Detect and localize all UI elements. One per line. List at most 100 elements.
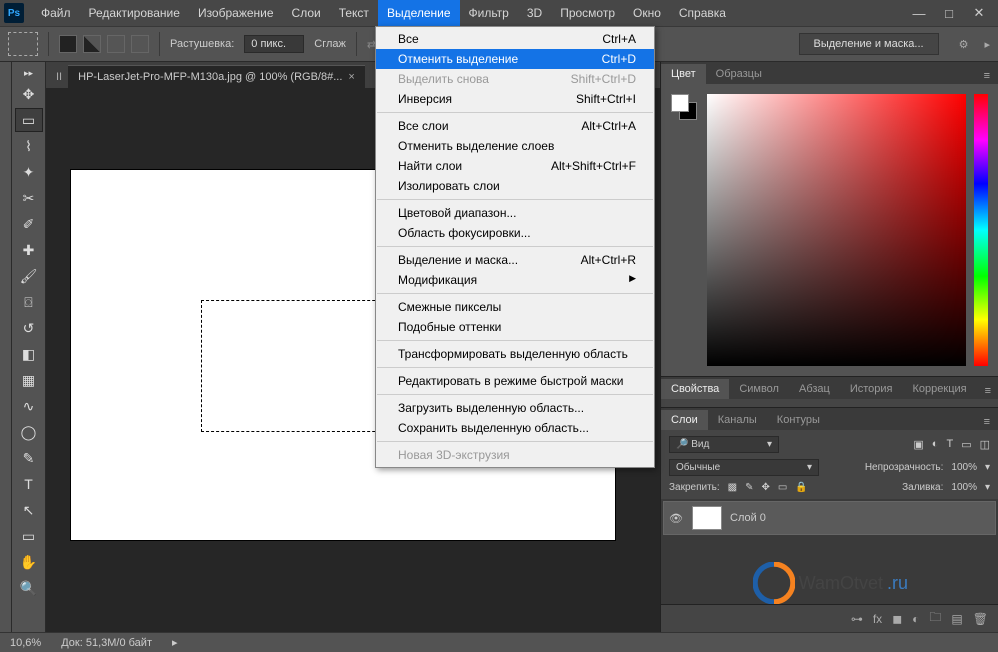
dodge-tool-icon[interactable]: ◯ [15,420,43,444]
tab-Образцы[interactable]: Образцы [706,64,772,84]
menu-фильтр[interactable]: Фильтр [460,0,518,26]
selection-mode-icons[interactable] [59,35,149,53]
color-field[interactable] [707,94,966,366]
type-tool-icon[interactable]: T [15,472,43,496]
tab-Слои[interactable]: Слои [661,410,708,430]
tab-Контуры[interactable]: Контуры [767,410,830,430]
minimize-button[interactable]: — [904,4,934,22]
marquee-tool-icon[interactable]: ▭ [15,108,43,132]
feather-input[interactable] [244,35,304,53]
menu-item[interactable]: Отменить выделение слоев [376,136,654,156]
menu-изображение[interactable]: Изображение [189,0,283,26]
adjustment-layer-icon[interactable]: ◐ [912,612,919,626]
menu-текст[interactable]: Текст [330,0,378,26]
lock-artboard-icon[interactable]: ▭ [778,482,787,493]
lasso-tool-icon[interactable]: ⌇ [15,134,43,158]
menu-item[interactable]: Редактировать в режиме быстрой маски [376,371,654,391]
panel-menu-icon[interactable]: ≡ [976,414,998,430]
hue-slider[interactable] [974,94,988,366]
panel-menu-icon[interactable]: ≡ [977,383,998,399]
menu-item[interactable]: Выделение и маска...Alt+Ctrl+R [376,250,654,270]
layer-name[interactable]: Слой 0 [730,512,766,524]
menu-item[interactable]: Изолировать слои [376,176,654,196]
menu-item[interactable]: Область фокусировки... [376,223,654,243]
filter-smart-icon[interactable]: ◫ [980,438,990,451]
expand-toolbox-icon[interactable]: ▸▸ [15,66,43,80]
wand-tool-icon[interactable]: ✦ [15,160,43,184]
panel-menu-icon[interactable]: ≡ [976,68,998,84]
status-arrow-icon[interactable]: ▸ [172,636,178,649]
lock-all-icon[interactable]: 🔒 [795,482,807,493]
tab-Символ[interactable]: Символ [729,379,789,399]
fg-bg-swatch[interactable] [671,94,699,366]
opacity-value[interactable]: 100% [951,462,977,473]
layer-fx-icon[interactable]: fx [873,612,882,626]
close-button[interactable]: ✕ [964,4,994,22]
maximize-button[interactable]: □ [934,4,964,22]
eyedrop-tool-icon[interactable]: ✐ [15,212,43,236]
menu-item[interactable]: Подобные оттенки [376,317,654,337]
lock-pixels-icon[interactable]: ▩ [728,482,737,493]
heal-tool-icon[interactable]: ✚ [15,238,43,262]
pen-tool-icon[interactable]: ✎ [15,446,43,470]
menu-просмотр[interactable]: Просмотр [551,0,624,26]
menu-справка[interactable]: Справка [670,0,735,26]
menu-item[interactable]: Найти слоиAlt+Shift+Ctrl+F [376,156,654,176]
menu-item[interactable]: Загрузить выделенную область... [376,398,654,418]
layer-item[interactable]: 👁 Слой 0 [663,501,996,535]
path-tool-icon[interactable]: ↖ [15,498,43,522]
tab-Коррекция[interactable]: Коррекция [903,379,977,399]
history-tool-icon[interactable]: ↺ [15,316,43,340]
menu-item[interactable]: ВсеCtrl+A [376,29,654,49]
eraser-tool-icon[interactable]: ◧ [15,342,43,366]
tab-Абзац[interactable]: Абзац [789,379,840,399]
brush-tool-icon[interactable]: 🖌 [15,264,43,288]
select-and-mask-button[interactable]: Выделение и маска... [799,33,939,55]
delete-layer-icon[interactable]: 🗑 [973,612,988,626]
tool-preset-icon[interactable] [8,32,38,56]
visibility-toggle-icon[interactable]: 👁 [668,512,684,525]
close-tab-icon[interactable]: × [348,71,354,83]
move-tool-icon[interactable]: ✥ [15,82,43,106]
stamp-tool-icon[interactable]: ⌼ [15,290,43,314]
menu-item[interactable]: Сохранить выделенную область... [376,418,654,438]
blend-mode-dropdown[interactable]: Обычные▾ [669,459,819,476]
menu-item[interactable]: Модификация▶ [376,270,654,290]
zoom-tool-icon[interactable]: 🔍 [15,576,43,600]
hand-tool-icon[interactable]: ✋ [15,550,43,574]
filter-shape-icon[interactable]: ▭ [961,438,971,451]
menu-item[interactable]: Отменить выделениеCtrl+D [376,49,654,69]
tab-Свойства[interactable]: Свойства [661,379,729,399]
crop-tool-icon[interactable]: ✂ [15,186,43,210]
menu-item[interactable]: Смежные пикселы [376,297,654,317]
layer-mask-icon[interactable]: ◼ [892,612,902,626]
blur-tool-icon[interactable]: ∿ [15,394,43,418]
zoom-level[interactable]: 10,6% [10,637,41,649]
layer-thumbnail[interactable] [692,506,722,530]
group-icon[interactable]: 🗀 [929,608,941,629]
fg-color-swatch[interactable] [671,94,689,112]
menu-item[interactable]: ИнверсияShift+Ctrl+I [376,89,654,109]
menu-окно[interactable]: Окно [624,0,670,26]
filter-pixel-icon[interactable]: ▣ [913,438,923,451]
menu-3d[interactable]: 3D [518,0,551,26]
lock-brush-icon[interactable]: ✎ [745,482,753,493]
layer-filter-dropdown[interactable]: 🔎 Вид▾ [669,436,779,453]
menu-файл[interactable]: Файл [32,0,80,26]
shape-tool-icon[interactable]: ▭ [15,524,43,548]
document-tab[interactable]: HP-LaserJet-Pro-MFP-M130a.jpg @ 100% (RG… [68,65,365,88]
options-gear-icon[interactable]: ⚙ [959,38,969,51]
link-layers-icon[interactable]: ⊶ [851,612,863,626]
fill-value[interactable]: 100% [951,482,977,493]
lock-position-icon[interactable]: ✥ [762,482,770,493]
gradient-tool-icon[interactable]: ▦ [15,368,43,392]
filter-adjust-icon[interactable]: ◐ [932,438,939,451]
new-layer-icon[interactable]: ▤ [951,612,962,626]
menu-item[interactable]: Все слоиAlt+Ctrl+A [376,116,654,136]
filter-type-icon[interactable]: T [946,438,953,451]
tab-Каналы[interactable]: Каналы [708,410,767,430]
tab-История[interactable]: История [840,379,903,399]
menu-выделение[interactable]: Выделение [378,0,460,26]
menu-редактирование[interactable]: Редактирование [80,0,189,26]
menu-слои[interactable]: Слои [283,0,330,26]
